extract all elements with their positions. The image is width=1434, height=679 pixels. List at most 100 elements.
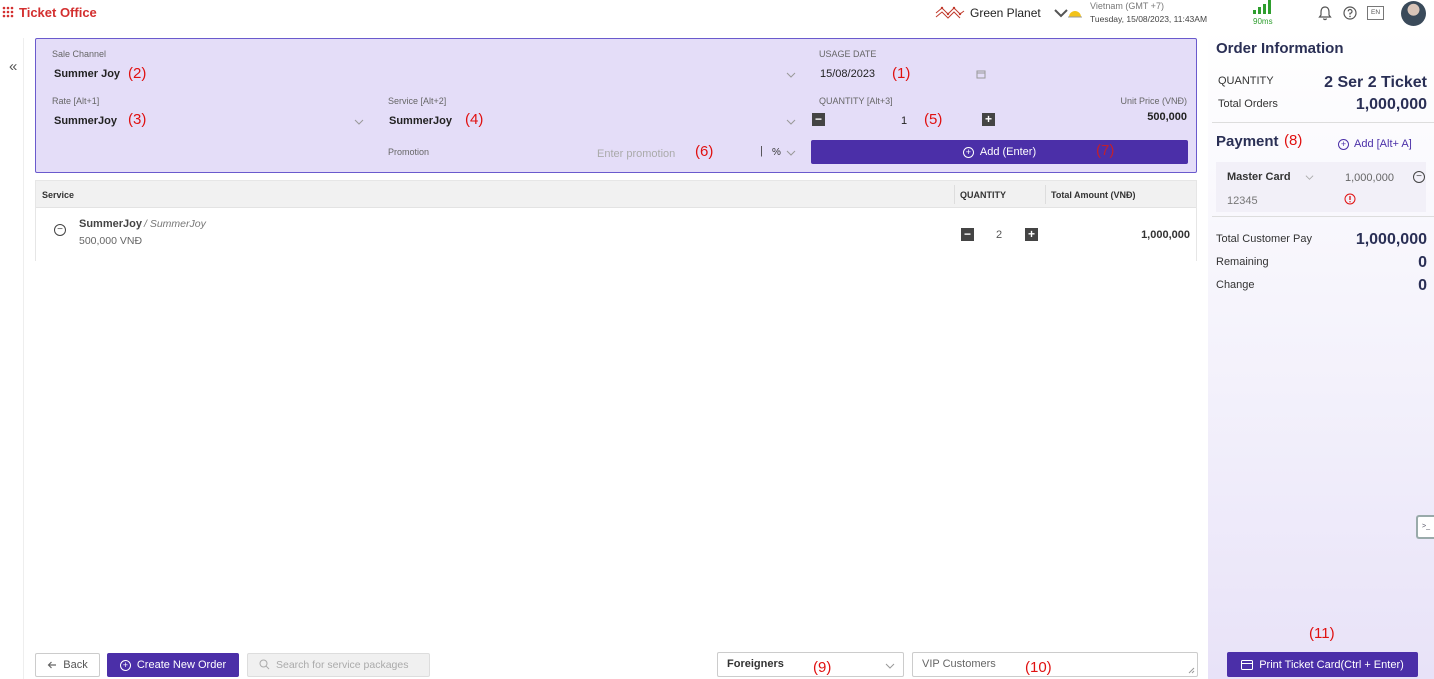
card-icon [1241,659,1254,670]
quantity-input[interactable]: 1 [901,115,907,127]
warning-icon [1344,193,1356,205]
vip-placeholder: VIP Customers [922,658,996,670]
row-quantity-value[interactable]: 2 [996,229,1002,241]
promotion-input[interactable]: Enter promotion [597,148,675,160]
order-quantity-value: 2 Ser 2 Ticket [1324,74,1427,91]
payment-method-row: Master Card 1,000,000 − 12345 [1216,162,1426,212]
plus-circle-icon: + [119,659,131,671]
quantity-increment-button[interactable]: + [982,113,995,126]
side-drawer-tab[interactable]: >_ [1416,515,1434,539]
annotation-3: (3) [128,111,147,128]
annotation-11: (11) [1309,625,1335,642]
row-service-sub: / SummerJoy [144,218,206,230]
total-orders-label: Total Orders [1218,98,1278,110]
service-package-search-input[interactable]: Search for service packages [247,653,430,677]
payment-method-select[interactable]: Master Card [1227,171,1291,183]
order-info-panel: Order Information QUANTITY 2 Ser 2 Ticke… [1208,28,1434,679]
back-button-label: Back [63,659,88,671]
calendar-icon[interactable] [976,69,986,79]
brand-logo-icon [935,6,965,19]
add-button-label: Add (Enter) [979,146,1037,158]
remove-payment-icon[interactable]: − [1413,171,1425,183]
app-grid-icon[interactable] [2,6,14,18]
arrow-left-icon [47,661,57,669]
divider [1212,122,1434,123]
total-customer-pay-value: 1,000,000 [1355,231,1427,248]
annotation-1: (1) [892,65,911,82]
signal-bars-icon [1253,0,1271,14]
plus-circle-icon: + [1338,138,1349,150]
sale-channel-label: Sale Channel [52,49,107,59]
brand-name: Green Planet [970,6,1041,20]
annotation-8: (8) [1284,132,1303,149]
vip-customers-input[interactable]: VIP Customers (10) [912,652,1198,677]
usage-date-input[interactable]: 15/08/2023 [820,68,875,80]
customer-type-value: Foreigners [727,658,784,670]
unit-price-label: Unit Price (VNĐ) [1120,96,1187,106]
sale-channel-select[interactable]: Summer Joy [54,68,120,80]
col-quantity: QUANTITY [960,190,1006,200]
print-ticket-button[interactable]: Print Ticket Card(Ctrl + Enter) [1227,652,1418,677]
divider [1212,216,1434,217]
total-customer-pay-label: Total Customer Pay [1216,233,1312,245]
annotation-2: (2) [128,65,147,82]
create-new-order-button[interactable]: + Create New Order [107,653,239,677]
add-payment-button[interactable]: + Add [Alt+ A] [1338,138,1412,150]
annotation-7: (7) [1096,142,1115,159]
back-button[interactable]: Back [35,653,100,677]
timezone-label: Vietnam (GMT +7) [1090,1,1164,11]
chevron-down-icon [786,150,796,156]
row-unit-price: 500,000 VNĐ [79,235,143,247]
annotation-10: (10) [1025,659,1052,676]
quantity-decrement-button[interactable]: − [812,113,825,126]
resize-handle-icon[interactable] [1188,667,1195,674]
payment-amount-input[interactable]: 1,000,000 [1345,172,1394,184]
promotion-label: Promotion [388,147,430,157]
change-value: 0 [1418,277,1427,294]
annotation-9: (9) [813,659,832,676]
add-button[interactable]: + Add (Enter) [811,140,1188,164]
help-icon[interactable] [1342,5,1358,21]
plus-circle-icon: + [962,146,974,158]
remaining-value: 0 [1418,254,1427,271]
annotation-5: (5) [924,111,943,128]
promotion-divider: | [760,145,763,157]
service-select[interactable]: SummerJoy [389,115,452,127]
chevron-down-icon [1305,175,1314,180]
remaining-label: Remaining [1216,256,1269,268]
order-entry-form: Sale Channel Summer Joy (2) USAGE DATE 1… [35,38,1197,173]
brand-selector[interactable]: Green Planet [934,4,1077,22]
card-number[interactable]: 12345 [1227,195,1258,207]
remove-row-icon[interactable]: − [54,224,66,236]
total-orders-value: 1,000,000 [1355,96,1427,113]
latency-value: 90ms [1253,17,1273,26]
search-placeholder: Search for service packages [276,659,409,671]
table-header: Service QUANTITY Total Amount (VNĐ) [36,181,1196,208]
annotation-4: (4) [465,111,484,128]
language-switch[interactable]: EN [1367,6,1384,20]
row-quantity-decrement-button[interactable]: − [961,228,974,241]
payment-title: Payment [1216,133,1279,150]
change-label: Change [1216,279,1255,291]
collapse-sidebar-icon[interactable]: « [9,58,17,75]
search-icon [259,659,270,670]
row-total-amount: 1,000,000 [1141,229,1190,241]
user-avatar[interactable] [1401,1,1426,26]
col-total: Total Amount (VNĐ) [1051,190,1136,200]
promotion-unit-select[interactable]: % [772,147,781,158]
annotation-6: (6) [695,143,714,160]
row-quantity-increment-button[interactable]: + [1025,228,1038,241]
quantity-label: QUANTITY [Alt+3] [819,96,893,106]
unit-price-value: 500,000 [1147,111,1187,123]
app-title: Ticket Office [19,5,97,20]
rate-select[interactable]: SummerJoy [54,115,117,127]
customer-type-select[interactable]: Foreigners (9) [717,652,904,677]
rate-label: Rate [Alt+1] [52,96,100,106]
bell-icon[interactable] [1317,5,1333,21]
chevron-down-icon [354,119,364,125]
column-divider [1045,185,1046,204]
col-service: Service [42,190,75,200]
order-quantity-label: QUANTITY [1218,75,1274,87]
network-status: 90ms [1252,0,1276,26]
timezone-info: Vietnam (GMT +7) Tuesday, 15/08/2023, 11… [1068,0,1228,26]
